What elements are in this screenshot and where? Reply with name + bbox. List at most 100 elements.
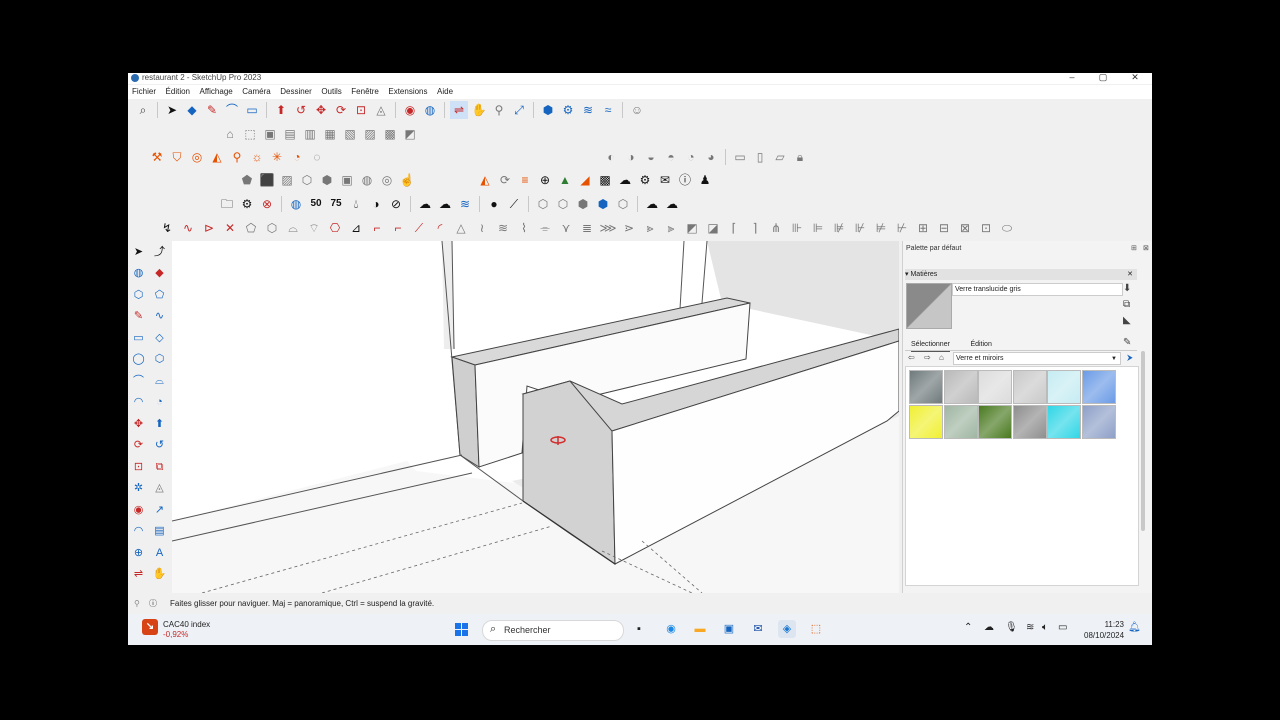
store-icon[interactable]: ▣ <box>720 620 738 638</box>
sweep-icon-4[interactable]: ⌯ <box>536 219 554 237</box>
menu-fichier[interactable]: Fichier <box>132 85 156 99</box>
follow-me-tool-icon[interactable]: ↺ <box>152 437 168 453</box>
drape-icon[interactable]: ◎ <box>188 148 206 166</box>
material-swatch-2[interactable] <box>943 370 978 404</box>
sketchup-taskbar-icon[interactable]: ◈ <box>778 620 796 638</box>
tab-selectionner[interactable]: Sélectionner <box>911 339 950 352</box>
smoove-icon[interactable]: ⚲ <box>228 148 246 166</box>
outlook-icon[interactable]: ✉ <box>749 620 767 638</box>
arc-3pt-icon[interactable]: ◠ <box>131 394 147 410</box>
help-info-icon[interactable]: ⓘ <box>149 594 157 614</box>
box-icon-1[interactable]: ⬡ <box>298 171 316 189</box>
menu-fenetre[interactable]: Fenêtre <box>351 85 379 99</box>
left-view-icon[interactable]: ▦ <box>321 125 339 143</box>
add-detail-icon[interactable]: ✳ <box>268 148 286 166</box>
drop-icon[interactable]: 💧︎ <box>347 195 365 213</box>
select-icon[interactable]: ➤ <box>131 244 147 260</box>
material-swatch-5[interactable] <box>1047 370 1081 404</box>
hex-icon-4[interactable]: ⬢ <box>594 195 612 213</box>
flip-tool-icon[interactable]: ✲ <box>131 480 147 496</box>
top-view-icon[interactable]: ⬚ <box>241 125 259 143</box>
split-icon[interactable]: ◕ <box>702 148 720 166</box>
move-tool-icon[interactable]: ✥ <box>131 416 147 432</box>
freehand-icon[interactable]: ∿ <box>152 308 168 324</box>
cancel-icon[interactable]: ⊗ <box>258 195 276 213</box>
stripes-icon[interactable]: ⊘ <box>387 195 405 213</box>
edge-icon[interactable]: ◉ <box>662 620 680 638</box>
3d-viewport[interactable] <box>172 241 899 593</box>
menu-edition[interactable]: Édition <box>166 85 190 99</box>
section-fill-icon[interactable]: ▱ <box>771 148 789 166</box>
cloud-up-icon[interactable]: ☁ <box>436 195 454 213</box>
microphone-icon[interactable]: 🎙︎ <box>1005 622 1018 633</box>
mail-icon[interactable]: ✉ <box>656 171 674 189</box>
shape-icon-5[interactable]: ⎔ <box>326 219 344 237</box>
sweep-icon-2[interactable]: ≋ <box>494 219 512 237</box>
union-icon[interactable]: ◒ <box>642 148 660 166</box>
tape-tool-icon[interactable]: ◉ <box>131 502 147 518</box>
right-view-icon[interactable]: ▤ <box>281 125 299 143</box>
create-material-icon[interactable]: ⬇ <box>1123 283 1131 294</box>
shaded-icon[interactable]: ◩ <box>401 125 419 143</box>
sweep-icon-9[interactable]: ⪢ <box>641 219 659 237</box>
details-arrow-icon[interactable]: ⮞ <box>1127 352 1133 364</box>
zoom-extents-icon[interactable]: ⤢ <box>510 101 528 119</box>
rotated-rect-icon[interactable]: ◇ <box>152 330 168 346</box>
materials-header[interactable]: ▾ Matières ✕ <box>905 269 1137 280</box>
paint-icon[interactable]: ◍ <box>287 195 305 213</box>
shape-icon-2[interactable]: ⬡ <box>263 219 281 237</box>
sweep-icon-23[interactable]: ⊟ <box>935 219 953 237</box>
warehouse-icon[interactable]: ⬢ <box>539 101 557 119</box>
bezier-icon[interactable]: ∿ <box>179 219 197 237</box>
text-tool-icon[interactable]: ▤ <box>152 523 168 539</box>
sweep-icon-26[interactable]: ⬭ <box>998 219 1016 237</box>
pan-icon[interactable]: ✋ <box>470 101 488 119</box>
orbit-tool-icon[interactable]: ⇌ <box>131 566 147 582</box>
sweep-icon-17[interactable]: ⊫ <box>809 219 827 237</box>
protractor-icon[interactable]: ◠ <box>131 523 147 539</box>
settings-icon[interactable]: ⚙ <box>636 171 654 189</box>
menu-affichage[interactable]: Affichage <box>200 85 233 99</box>
lock-icon[interactable]: 🔒︎ <box>791 148 809 166</box>
refresh-icon[interactable]: ⟳ <box>496 171 514 189</box>
taskbar-search[interactable]: ⌕ Rechercher <box>482 620 624 641</box>
default-material-icon[interactable]: ⧉ <box>1123 299 1130 310</box>
sphere-icon[interactable]: ◍ <box>358 171 376 189</box>
box-icon-3[interactable]: ▣ <box>338 171 356 189</box>
circle-tool-icon[interactable]: ◯ <box>131 351 147 367</box>
sweep-icon-24[interactable]: ⊠ <box>956 219 974 237</box>
lasso-icon[interactable]: ⤴ <box>152 244 168 260</box>
chevron-up-icon[interactable]: ⌃ <box>964 622 972 633</box>
tag-tool-icon[interactable]: ⬠ <box>152 287 168 303</box>
xray-icon[interactable]: ▧ <box>341 125 359 143</box>
sweep-icon-15[interactable]: ⋔ <box>767 219 785 237</box>
rectangle-tool-icon[interactable]: ▭ <box>131 330 147 346</box>
material-swatch-9[interactable] <box>978 404 1012 439</box>
seventy-five-icon[interactable]: 75 <box>327 195 345 213</box>
sweep-icon-1[interactable]: ≀ <box>473 219 491 237</box>
material-swatch-10[interactable] <box>1012 404 1047 439</box>
material-swatch-12[interactable] <box>1081 404 1116 439</box>
sweep-icon-5[interactable]: ⋎ <box>557 219 575 237</box>
curve-tool-icon[interactable]: ↯ <box>158 219 176 237</box>
fifty-icon[interactable]: 50 <box>307 195 325 213</box>
wireframe-icon[interactable]: ▨ <box>361 125 379 143</box>
scale-icon[interactable]: ⊡ <box>352 101 370 119</box>
material-swatch-11[interactable] <box>1047 404 1081 439</box>
sweep-icon-16[interactable]: ⊪ <box>788 219 806 237</box>
box-icon-2[interactable]: ⬢ <box>318 171 336 189</box>
checker-icon[interactable]: ▩ <box>596 171 614 189</box>
triangle-tool-icon[interactable]: ◬ <box>152 480 168 496</box>
gear-icon[interactable]: ⚙ <box>238 195 256 213</box>
user-icon[interactable]: ♟ <box>696 171 714 189</box>
widget-name[interactable]: CAC40 index <box>163 620 210 629</box>
fredo-tools-icon[interactable]: ◭ <box>476 171 494 189</box>
stock-chart-icon[interactable]: ↘ <box>142 619 158 635</box>
maximize-button[interactable]: ▢ <box>1094 73 1112 83</box>
sweep-icon-6[interactable]: ≣ <box>578 219 596 237</box>
select-arrow-icon[interactable]: ➤ <box>163 101 181 119</box>
menu-camera[interactable]: Caméra <box>242 85 270 99</box>
eraser-icon[interactable]: ◆ <box>183 101 201 119</box>
paint-bucket-icon-2[interactable]: ◍ <box>131 265 147 281</box>
file-explorer-icon[interactable]: ▬ <box>691 620 709 638</box>
